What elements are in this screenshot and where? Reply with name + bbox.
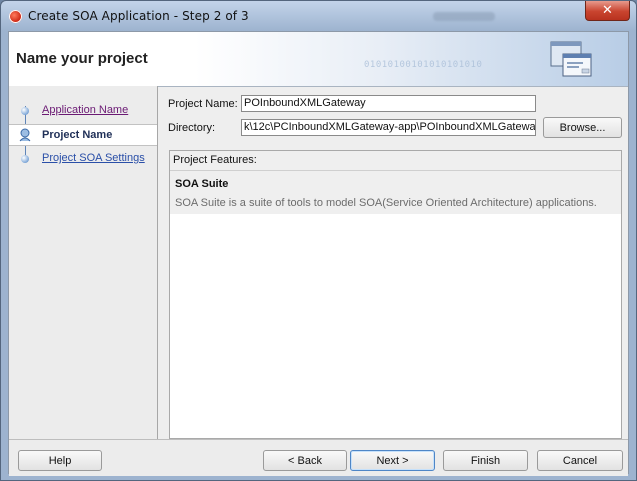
wizard-content: Project Name: POInboundXMLGateway Direct…: [159, 86, 629, 439]
wizard-step-nav: Application Name Project Name Project SO…: [9, 86, 158, 439]
nav-item-label: Project SOA Settings: [42, 152, 145, 164]
step-dot-icon: [21, 155, 29, 163]
project-features-header: Project Features:: [170, 151, 621, 171]
step-dot-icon: [21, 107, 29, 115]
project-features-title: Project Features:: [173, 154, 257, 166]
wizard-graphic-icon: [550, 41, 592, 77]
close-icon: ✕: [602, 3, 613, 18]
wizard-footer: Help < Back Next > Finish Cancel: [9, 439, 628, 476]
next-button[interactable]: Next >: [350, 450, 435, 471]
nav-item-project-soa-settings[interactable]: Project SOA Settings: [9, 148, 157, 168]
dialog-window: Create SOA Application - Step 2 of 3 ✕ N…: [0, 0, 637, 481]
close-button[interactable]: ✕: [585, 1, 630, 21]
feature-description: SOA Suite is a suite of tools to model S…: [175, 197, 597, 209]
back-button[interactable]: < Back: [263, 450, 347, 471]
header-binary-decoration: 01010100101010101010: [364, 60, 483, 70]
nav-item-project-name[interactable]: Project Name: [9, 124, 157, 146]
title-bar-blur: [433, 12, 495, 21]
wizard-header: Name your project 01010100101010101010: [9, 32, 628, 87]
page-title: Name your project: [16, 50, 148, 67]
directory-label: Directory:: [168, 122, 216, 134]
project-features-panel: Project Features: SOA Suite SOA Suite is…: [169, 150, 622, 439]
window-title: Create SOA Application - Step 2 of 3: [28, 9, 249, 23]
finish-button[interactable]: Finish: [443, 450, 528, 471]
nav-item-label: Project Name: [42, 129, 113, 141]
nav-item-label: Application Name: [42, 104, 129, 116]
dialog-client: Name your project 01010100101010101010 A…: [8, 31, 629, 476]
current-step-icon: [19, 128, 31, 142]
feature-title: SOA Suite: [175, 178, 229, 190]
cancel-button[interactable]: Cancel: [537, 450, 623, 471]
app-icon: [9, 10, 22, 23]
nav-item-application-name[interactable]: Application Name: [9, 100, 157, 120]
browse-button[interactable]: Browse...: [543, 117, 622, 138]
project-name-field[interactable]: POInboundXMLGateway: [241, 95, 536, 112]
help-button[interactable]: Help: [18, 450, 102, 471]
title-bar[interactable]: Create SOA Application - Step 2 of 3 ✕: [1, 1, 636, 31]
directory-field[interactable]: k\12c\PCInboundXMLGateway-app\POInboundX…: [241, 119, 536, 136]
list-item[interactable]: SOA Suite SOA Suite is a suite of tools …: [170, 171, 621, 214]
project-name-label: Project Name:: [168, 98, 238, 110]
